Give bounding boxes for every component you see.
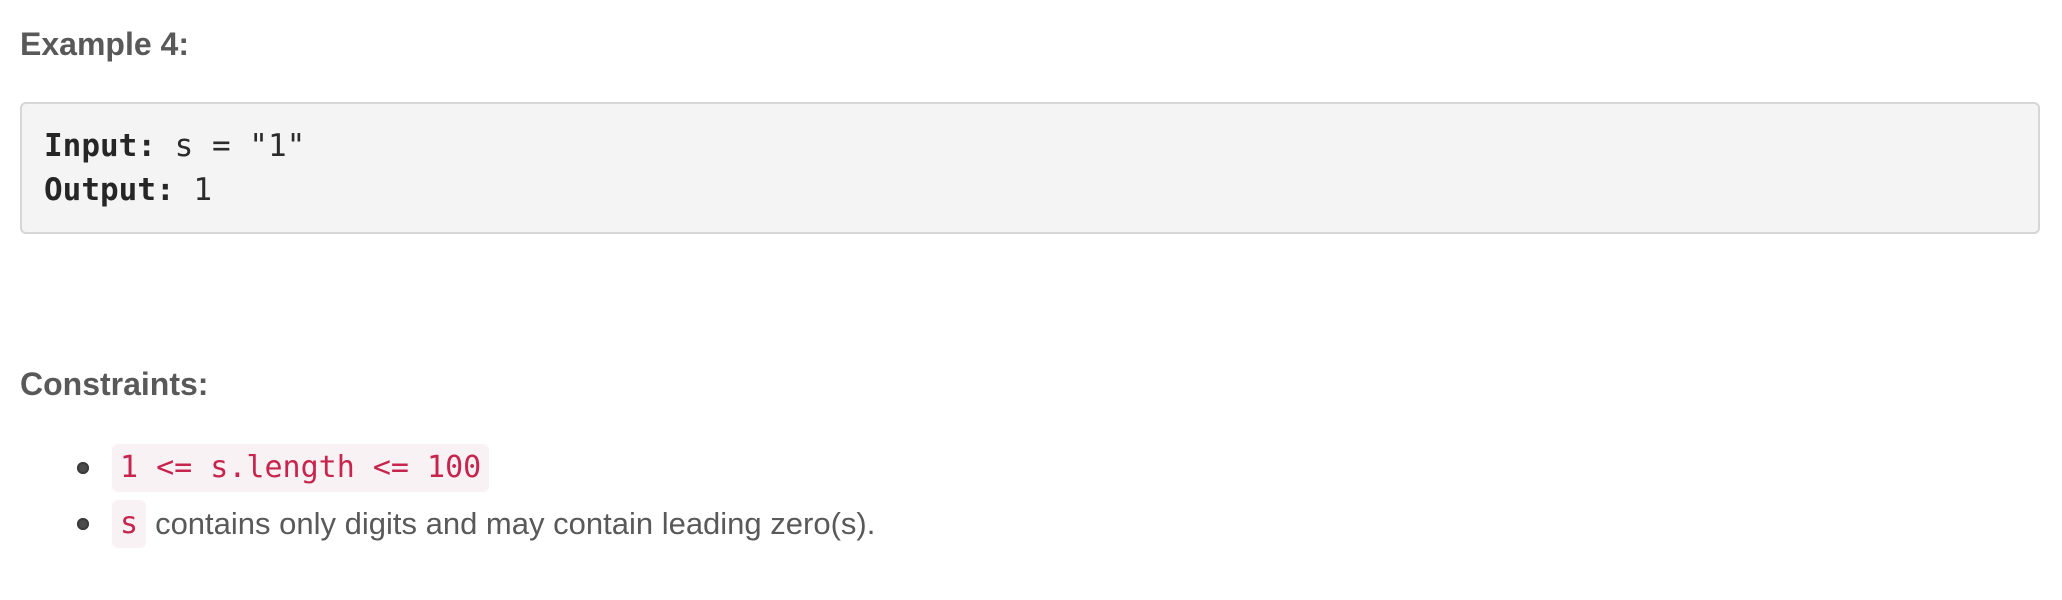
example-heading: Example 4: bbox=[20, 26, 189, 62]
constraints-heading: Constraints: bbox=[20, 366, 209, 402]
constraint-list: 1 <= s.length <= 100 s contains only dig… bbox=[0, 440, 875, 552]
output-line: Output: 1 bbox=[44, 168, 2016, 212]
bullet-icon bbox=[77, 462, 89, 474]
constraint-code: 1 <= s.length <= 100 bbox=[112, 444, 490, 492]
output-label: Output: bbox=[44, 172, 175, 208]
constraint-item: 1 <= s.length <= 100 bbox=[0, 440, 875, 496]
output-value: 1 bbox=[174, 172, 212, 208]
bullet-icon bbox=[77, 518, 89, 530]
constraint-item: s contains only digits and may contain l… bbox=[0, 496, 875, 552]
input-value: s = "1" bbox=[155, 128, 306, 164]
input-line: Input: s = "1" bbox=[44, 124, 2016, 168]
constraint-code: s bbox=[112, 500, 147, 548]
input-label: Input: bbox=[44, 128, 156, 164]
constraint-text: contains only digits and may contain lea… bbox=[155, 506, 876, 541]
example-code-block: Input: s = "1" Output: 1 bbox=[20, 102, 2040, 234]
